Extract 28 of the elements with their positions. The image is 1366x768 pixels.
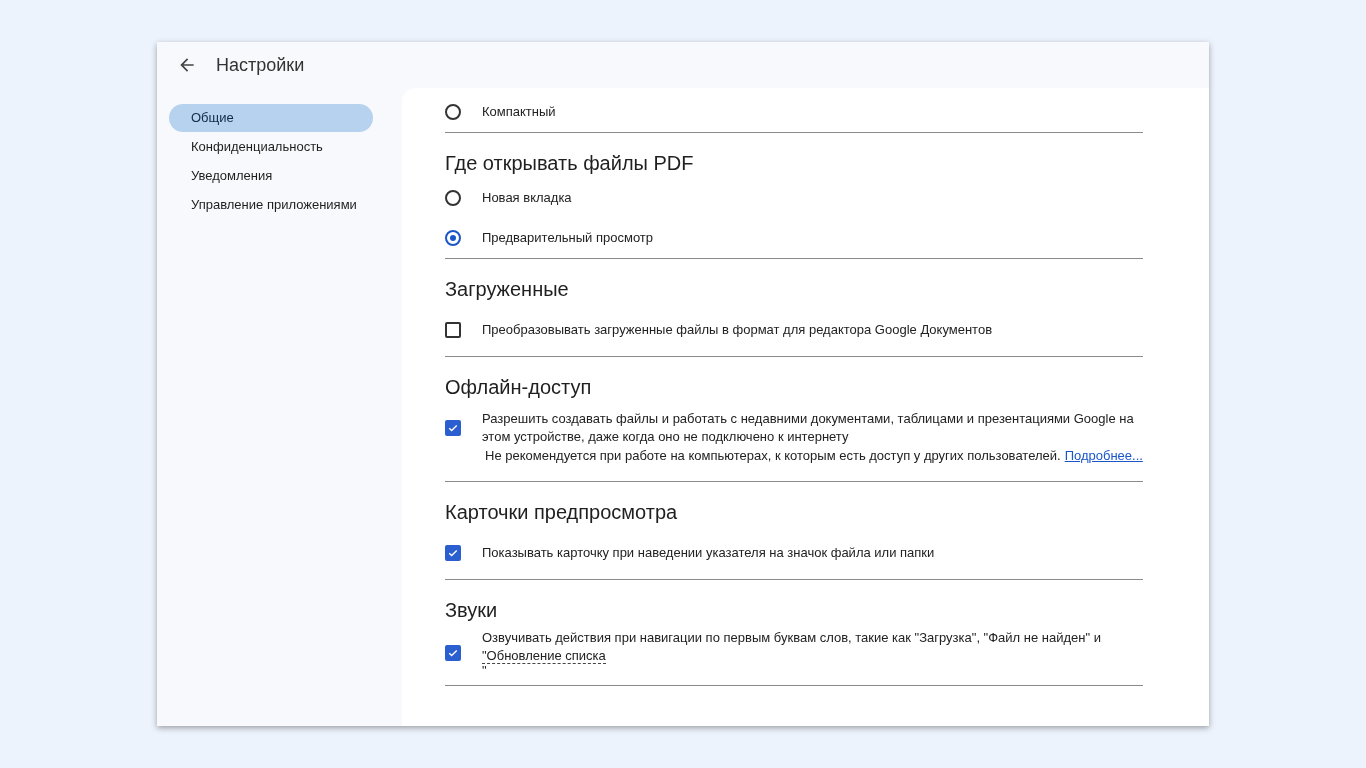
option-label: Показывать карточку при наведении указателя на значок файла или папки <box>482 544 936 562</box>
option-label: Озвучивать действия при навигации по первым буквам слов, такие как "Загрузка", "Файл не найден" и <box>482 629 1102 647</box>
glossary-term[interactable]: "Обновление списка <box>482 648 606 664</box>
sidebar-item[interactable]: Управление приложениями <box>169 191 373 219</box>
checkbox[interactable] <box>445 420 461 436</box>
sidebar-item[interactable]: Уведомления <box>169 162 373 190</box>
sidebar-item[interactable]: Общие <box>169 104 373 132</box>
section-title: Загруженные <box>445 277 570 302</box>
option-label: Новая вкладка <box>482 189 573 207</box>
sidebar-item[interactable]: Конфиденциальность <box>169 133 373 161</box>
section-title: Звуки <box>445 598 499 623</box>
radio-button[interactable] <box>445 190 461 206</box>
checkbox[interactable] <box>445 322 461 338</box>
option-note: Не рекомендуется при работе на компьютерах, к которым есть доступ у других пользователей. <box>485 448 1061 463</box>
checkbox[interactable] <box>445 645 461 661</box>
option-label: " <box>482 665 488 677</box>
section-title: Карточки предпросмотра <box>445 500 679 525</box>
option-label: Компактный <box>482 103 557 121</box>
section-title: Где открывать файлы PDF <box>445 151 695 176</box>
window-title: Настройки <box>216 54 305 76</box>
radio-button[interactable] <box>445 104 461 120</box>
section-title: Офлайн-доступ <box>445 375 593 400</box>
option-label: Предварительный просмотр <box>482 229 654 247</box>
option-label: Преобразовывать загруженные файлы в формат для редактора Google Документов <box>482 321 994 339</box>
option-label: Разрешить создавать файлы и работать с недавними документами, таблицами и презентациями Google на этом устройстве, даже когда оно не подключено к интернету <box>482 410 1135 446</box>
learn-more-link[interactable]: Подробнее... <box>1064 448 1143 463</box>
radio-button[interactable] <box>445 230 461 246</box>
checkbox[interactable] <box>445 545 461 561</box>
